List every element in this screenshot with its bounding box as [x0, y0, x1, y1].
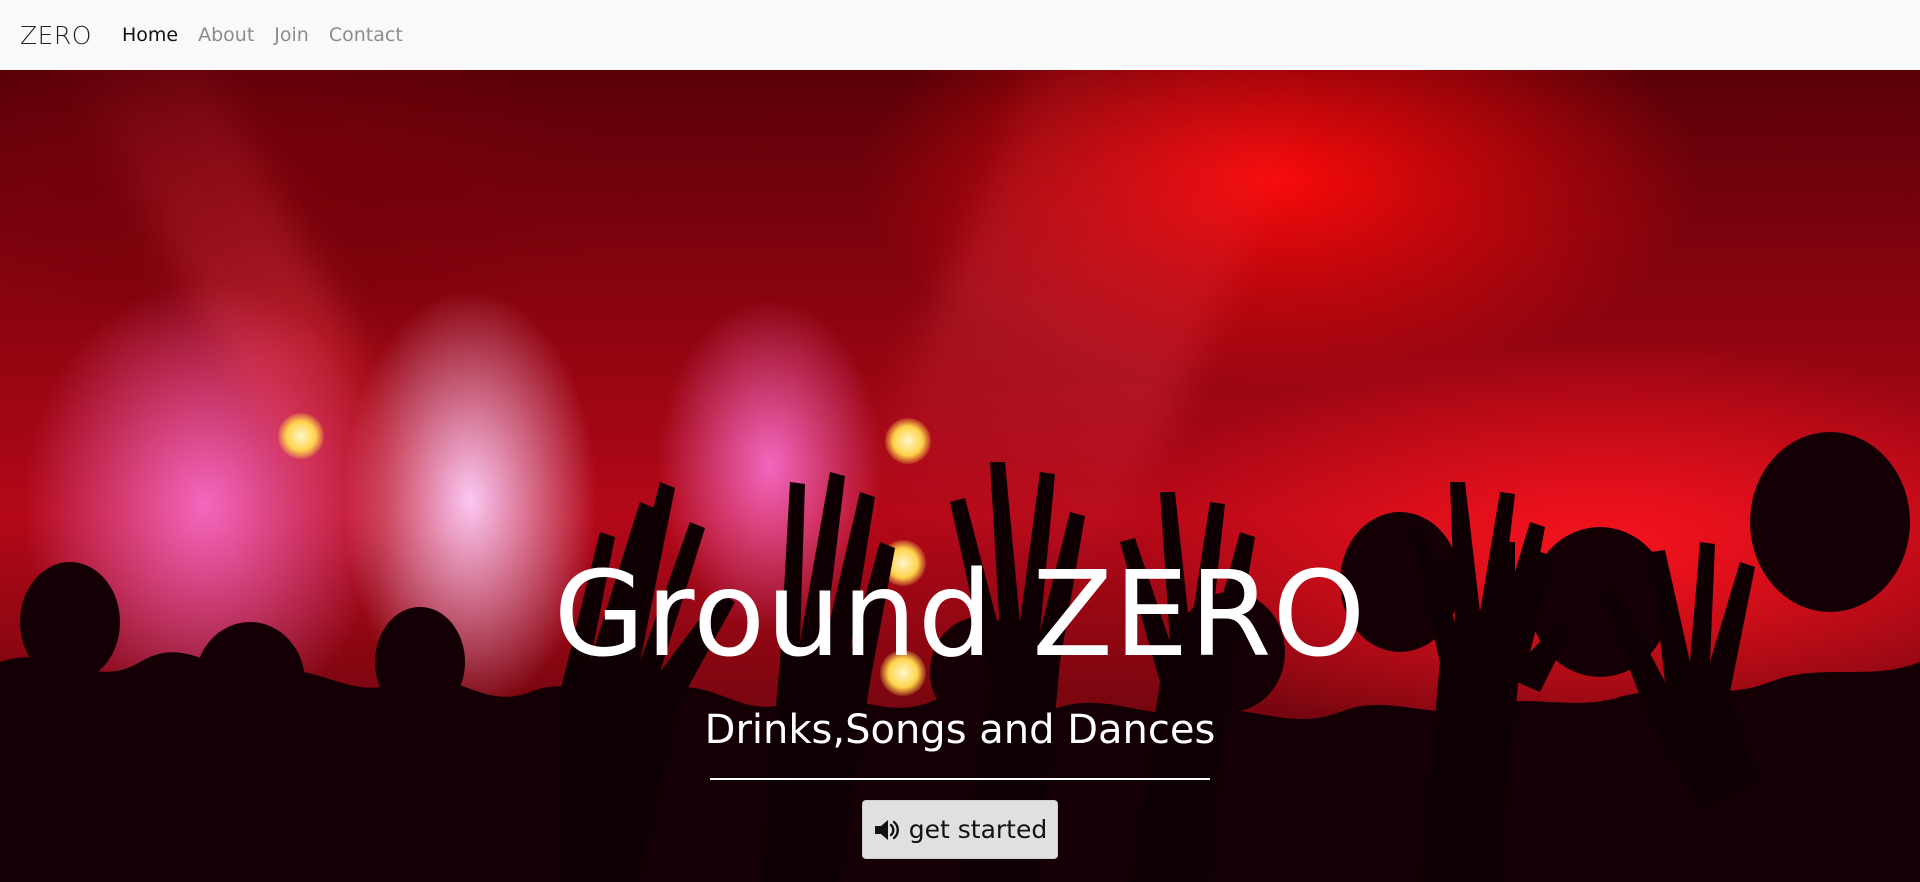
brand-logo[interactable]: ZERO	[20, 21, 92, 50]
hero-divider	[710, 778, 1210, 780]
volume-up-icon	[873, 818, 901, 842]
hero-section: Ground ZERO Drinks,Songs and Dances get …	[0, 70, 1920, 882]
nav-links: Home About Join Contact	[122, 24, 403, 46]
nav-link-join[interactable]: Join	[274, 24, 309, 46]
nav-link-home[interactable]: Home	[122, 24, 178, 46]
top-navbar: ZERO Home About Join Contact	[0, 0, 1920, 70]
nav-link-about[interactable]: About	[198, 24, 254, 46]
hero-subtitle: Drinks,Songs and Dances	[704, 707, 1216, 753]
get-started-label: get started	[908, 815, 1048, 844]
get-started-button[interactable]: get started	[862, 800, 1058, 859]
hero-title: Ground ZERO	[553, 545, 1367, 683]
nav-link-contact[interactable]: Contact	[329, 24, 403, 46]
hero-content: Ground ZERO Drinks,Songs and Dances get …	[0, 70, 1920, 882]
